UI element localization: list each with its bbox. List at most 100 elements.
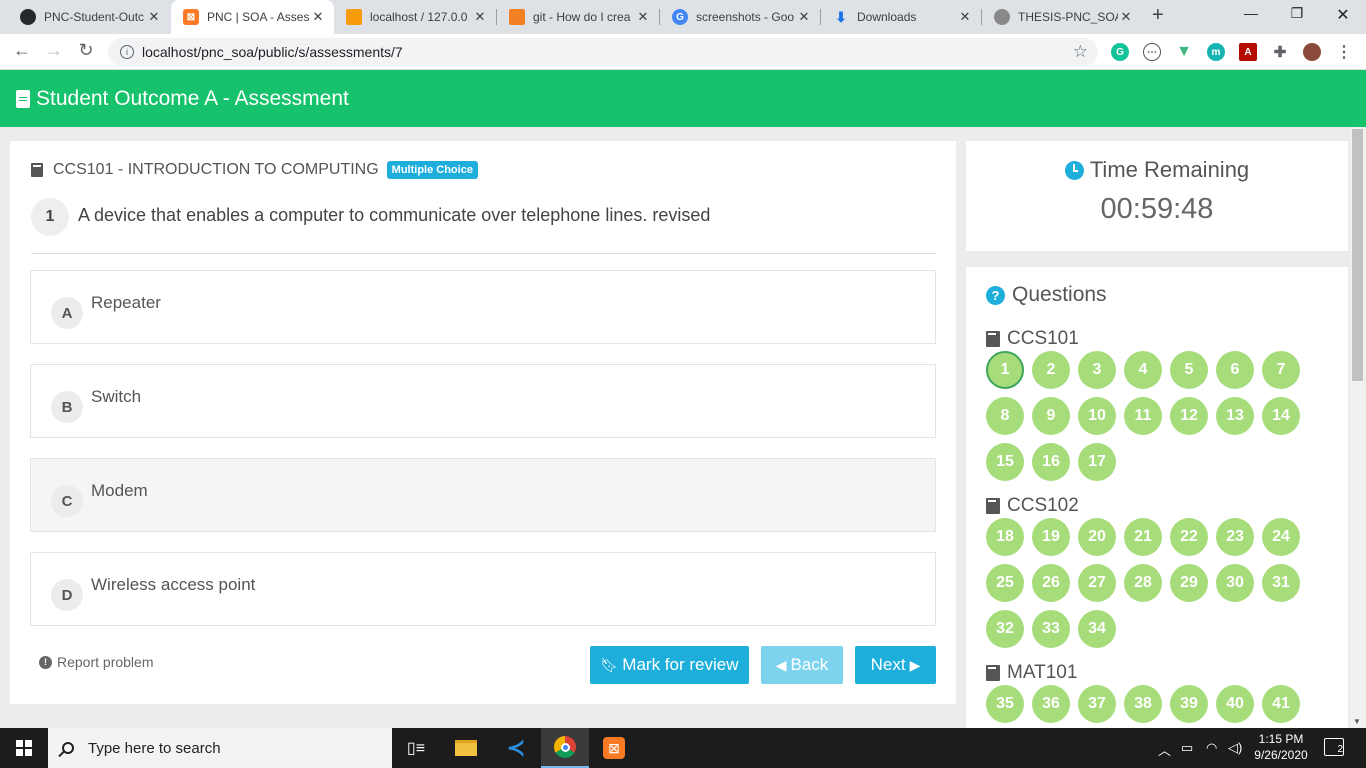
page-scrollbar[interactable]: ▼ [1350,127,1366,728]
report-problem-link[interactable]: ! Report problem [39,654,154,670]
chrome-icon[interactable] [541,728,589,768]
close-icon[interactable]: ✕ [310,9,326,25]
address-bar[interactable]: i localhost/pnc_soa/public/s/assessments… [108,38,1098,66]
menu-kebab-icon[interactable]: ⋮ [1335,43,1353,61]
question-nav-button[interactable]: 35 [986,685,1024,723]
grammarly-icon[interactable]: G [1111,43,1129,61]
bookmark-star-icon[interactable]: ☆ [1073,42,1088,62]
system-clock[interactable]: 1:15 PM 9/26/2020 [1246,731,1316,763]
question-nav-button[interactable]: 8 [986,397,1024,435]
choice-b[interactable]: B Switch [30,364,936,438]
info-icon[interactable]: i [120,45,134,59]
volume-icon[interactable]: ◁) [1228,740,1242,756]
question-nav-button[interactable]: 27 [1078,564,1116,602]
extension-m-icon[interactable]: m [1207,43,1225,61]
question-nav-button[interactable]: 9 [1032,397,1070,435]
close-icon[interactable]: ✕ [1118,9,1134,25]
close-icon[interactable]: ✕ [635,9,651,25]
next-button[interactable]: Next ▶ [855,646,936,684]
avatar[interactable] [1303,43,1321,61]
question-nav-button[interactable]: 6 [1216,351,1254,389]
browser-tab[interactable]: THESIS-PNC_SOA- ✕ [982,0,1142,34]
question-nav-button[interactable]: 13 [1216,397,1254,435]
question-nav-button[interactable]: 38 [1124,685,1162,723]
question-nav-button[interactable]: 36 [1032,685,1070,723]
vscode-icon[interactable]: ≺ [492,728,540,768]
battery-icon[interactable]: ▭ [1181,740,1193,756]
question-nav-button[interactable]: 2 [1032,351,1070,389]
course-heading: CCS101 - INTRODUCTION TO COMPUTING Multi… [31,161,478,179]
choice-c[interactable]: C Modem [30,458,936,532]
forward-arrow-icon[interactable]: → [42,40,66,61]
question-nav-button[interactable]: 34 [1078,610,1116,648]
browser-tab-active[interactable]: ⊠ PNC | SOA - Asses ✕ [171,0,334,34]
question-nav-button[interactable]: 20 [1078,518,1116,556]
new-tab-button[interactable]: + [1152,4,1164,27]
question-nav-button[interactable]: 1 [986,351,1024,389]
question-nav-button[interactable]: 41 [1262,685,1300,723]
question-nav-button[interactable]: 29 [1170,564,1208,602]
question-nav-button[interactable]: 10 [1078,397,1116,435]
extension-icon[interactable]: ⋯ [1143,43,1161,61]
question-nav-button[interactable]: 15 [986,443,1024,481]
question-nav-button[interactable]: 21 [1124,518,1162,556]
question-nav-button[interactable]: 12 [1170,397,1208,435]
pdf-icon[interactable]: A [1239,43,1257,61]
close-icon[interactable]: ✕ [957,9,973,25]
question-nav-button[interactable]: 3 [1078,351,1116,389]
restore-button[interactable]: ❐ [1274,5,1320,22]
browser-tab[interactable]: git - How do I crea ✕ [497,0,659,34]
question-nav-button[interactable]: 31 [1262,564,1300,602]
close-icon[interactable]: ✕ [796,9,812,25]
vue-devtools-icon[interactable]: ▼ [1175,43,1193,61]
question-nav-button[interactable]: 30 [1216,564,1254,602]
question-nav-button[interactable]: 26 [1032,564,1070,602]
question-nav-button[interactable]: 40 [1216,685,1254,723]
question-nav-button[interactable]: 14 [1262,397,1300,435]
browser-tab[interactable]: G screenshots - Goo ✕ [660,0,820,34]
question-nav-button[interactable]: 19 [1032,518,1070,556]
taskbar-search-box[interactable]: Type here to search [48,728,392,768]
question-nav-button[interactable]: 25 [986,564,1024,602]
close-icon[interactable]: ✕ [146,9,162,25]
question-nav-button[interactable]: 7 [1262,351,1300,389]
file-explorer-icon[interactable] [442,728,490,768]
scroll-down-arrow-icon[interactable]: ▼ [1353,717,1361,726]
mark-for-review-button[interactable]: 🔖︎ Mark for review [590,646,749,684]
report-label: Report problem [57,654,154,670]
question-nav-button[interactable]: 37 [1078,685,1116,723]
minimize-button[interactable]: — [1228,5,1274,21]
question-nav-button[interactable]: 33 [1032,610,1070,648]
question-nav-button[interactable]: 39 [1170,685,1208,723]
chevron-up-icon[interactable]: ︿ [1158,740,1171,759]
reload-icon[interactable]: ↻ [74,40,98,61]
choice-d[interactable]: D Wireless access point [30,552,936,626]
question-nav-button[interactable]: 18 [986,518,1024,556]
start-button[interactable] [0,728,48,768]
task-view-icon[interactable]: ▯≡ [392,728,440,768]
wifi-icon[interactable]: ◠ [1206,740,1217,756]
scrollbar-thumb[interactable] [1352,129,1363,381]
browser-tab[interactable]: localhost / 127.0.0 ✕ [334,0,496,34]
question-nav-button[interactable]: 28 [1124,564,1162,602]
question-nav-button[interactable]: 22 [1170,518,1208,556]
browser-tab[interactable]: ⬇ Downloads ✕ [821,0,981,34]
close-icon[interactable]: ✕ [472,9,488,25]
question-nav-button[interactable]: 32 [986,610,1024,648]
back-arrow-icon[interactable]: ← [10,40,34,61]
document-icon [16,89,30,108]
xampp-taskbar-icon[interactable]: ⊠ [590,728,638,768]
question-nav-button[interactable]: 23 [1216,518,1254,556]
notification-center-icon[interactable]: 2 [1324,738,1344,756]
back-button[interactable]: ◀ Back [761,646,843,684]
browser-tab[interactable]: PNC-Student-Outc ✕ [8,0,170,34]
question-nav-button[interactable]: 24 [1262,518,1300,556]
window-close-button[interactable]: ✕ [1320,5,1366,25]
question-nav-button[interactable]: 5 [1170,351,1208,389]
question-nav-button[interactable]: 16 [1032,443,1070,481]
puzzle-icon[interactable]: ✚ [1271,43,1289,61]
question-nav-button[interactable]: 11 [1124,397,1162,435]
question-nav-button[interactable]: 4 [1124,351,1162,389]
choice-a[interactable]: A Repeater [30,270,936,344]
question-nav-button[interactable]: 17 [1078,443,1116,481]
